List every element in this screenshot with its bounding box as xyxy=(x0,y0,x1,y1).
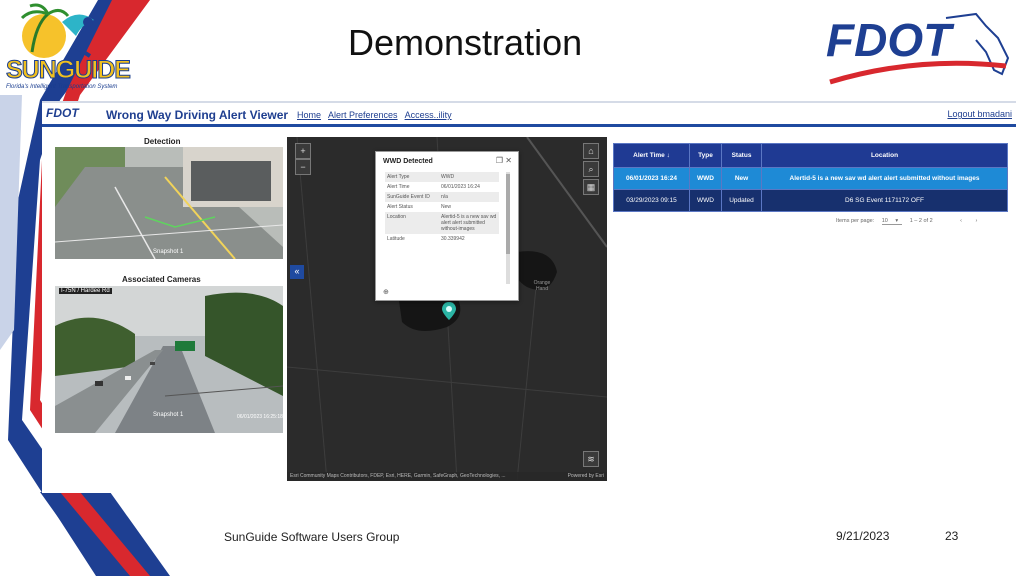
popup-row-label: Alert Type xyxy=(385,172,439,182)
popup-row: Latitude 30.339942 xyxy=(385,234,499,244)
popup-row: Alert Type WWD xyxy=(385,172,499,182)
home-icon[interactable]: ⌂ xyxy=(583,143,599,159)
zoom-in-button[interactable]: + xyxy=(295,143,311,159)
powered-by-esri[interactable]: Powered by Esri xyxy=(568,472,604,481)
paginator: Items per page: 10 ▾ 1 – 2 of 2 ‹ › xyxy=(836,218,983,225)
sunguide-tagline: Florida's Intelligent Transportation Sys… xyxy=(6,84,118,90)
nav-home-link[interactable]: Home xyxy=(297,110,321,120)
nav-alert-preferences-link[interactable]: Alert Preferences xyxy=(328,110,398,120)
popup-row-label: SunGuide Event ID xyxy=(385,192,439,202)
popup-row-label: Latitude xyxy=(387,236,405,242)
alerts-table-header: Alert Time ↓ Type Status Location xyxy=(613,143,1008,168)
search-icon[interactable]: ⌕ xyxy=(583,161,599,177)
popup-row-label: Alert Time xyxy=(387,184,410,190)
popup-row-value: Alertid-5 is a new sav wd alert alert su… xyxy=(439,212,499,234)
fdot-logo-text: FDOT xyxy=(826,14,955,66)
chevron-left-icon[interactable]: ‹ xyxy=(960,218,962,224)
map-lake-label: Orange Hand xyxy=(533,280,551,292)
app-screenshot: FDOT Wrong Way Driving Alert Viewer Home… xyxy=(42,101,1016,493)
footer-text: SunGuide Software Users Group xyxy=(224,530,400,544)
popup-row: Location Alertid-5 is a new sav wd alert … xyxy=(385,212,499,234)
cell-status: Updated xyxy=(721,189,762,212)
page-range-label: 1 – 2 of 2 xyxy=(909,218,933,224)
popup-row: SunGuide Event ID n/a xyxy=(385,192,499,202)
cell-type: WWD xyxy=(689,189,722,212)
popup-row: Alert Time 06/01/2023 16:24 xyxy=(385,182,499,192)
camera-snapshot[interactable]: I-75N / Hardee Rd Snapshot 1 06/01/2023 … xyxy=(55,286,283,433)
items-per-page-value: 10 xyxy=(881,218,888,224)
alert-marker-icon[interactable] xyxy=(442,302,456,320)
camera-snapshot-caption: Snapshot 1 xyxy=(153,412,184,418)
items-per-page-label: Items per page: xyxy=(836,218,875,224)
column-alert-time[interactable]: Alert Time ↓ xyxy=(613,143,690,168)
layers-icon[interactable]: ≋ xyxy=(583,451,599,467)
zoom-out-button[interactable]: − xyxy=(295,159,311,175)
detection-label: Detection xyxy=(144,137,181,146)
double-chevron-left-icon[interactable]: « xyxy=(290,265,304,279)
footer-date: 9/21/2023 xyxy=(836,529,890,543)
sunguide-logo-text: SUNGUIDE xyxy=(6,56,132,85)
fdot-logo: FDOT xyxy=(826,12,1010,85)
popup-attribute-table: Alert Type WWD Alert Time 06/01/2023 16:24… xyxy=(385,172,499,244)
app-header: FDOT Wrong Way Driving Alert Viewer Home… xyxy=(42,103,1016,127)
popup-row-label: Location xyxy=(385,212,439,234)
detection-image xyxy=(55,147,283,259)
wwd-detected-popup: WWD Detected ❐ ✕ Alert Type WWD Alert Tim… xyxy=(375,151,519,301)
popup-row: Alert Status New xyxy=(385,202,499,212)
dock-icon[interactable]: ❐ xyxy=(496,156,503,165)
detection-snapshot[interactable]: Snapshot 1 xyxy=(55,147,283,259)
popup-controls: ❐ ✕ xyxy=(496,156,512,165)
popup-row-value: 30.339942 xyxy=(441,236,465,242)
popup-row-label: Alert Status xyxy=(387,204,413,210)
nav-accessibility-link[interactable]: Access..ility xyxy=(405,110,452,120)
slide-title: Demonstration xyxy=(348,22,583,63)
camera-caption: I-75N / Hardee Rd xyxy=(59,288,112,294)
chevron-right-icon[interactable]: › xyxy=(976,218,978,224)
grid-icon[interactable]: ▦ xyxy=(583,179,599,195)
app-fdot-logo: FDOT xyxy=(46,106,79,120)
cell-alert-time: 06/01/2023 16:24 xyxy=(613,167,690,190)
zoom-to-icon[interactable]: ⊕ xyxy=(383,288,389,296)
page-number: 23 xyxy=(945,529,959,543)
close-icon[interactable]: ✕ xyxy=(505,156,512,165)
items-per-page-select[interactable]: 10 ▾ xyxy=(881,218,903,225)
logout-link[interactable]: Logout bmadani xyxy=(947,109,1012,119)
map-attribution-text: Esri Community Maps Contributors, FDEP, … xyxy=(290,473,506,479)
popup-title: WWD Detected xyxy=(383,158,433,165)
popup-row-value: New xyxy=(441,204,452,210)
slide: SUNGUIDE Florida's Intelligent Transport… xyxy=(0,0,1024,576)
column-status[interactable]: Status xyxy=(721,143,762,168)
cell-status: New xyxy=(721,167,762,190)
cell-alert-time: 03/29/2023 09:15 xyxy=(613,189,690,212)
camera-image xyxy=(55,286,283,433)
popup-row-value: n/a xyxy=(439,192,499,202)
popup-scrollbar-thumb[interactable] xyxy=(506,174,510,254)
table-row[interactable]: 03/29/2023 09:15 WWD Updated D6 SG Event… xyxy=(613,189,1008,212)
column-type[interactable]: Type xyxy=(689,143,722,168)
associated-cameras-label: Associated Cameras xyxy=(122,275,201,284)
app-title: Wrong Way Driving Alert Viewer xyxy=(106,108,289,122)
cell-location: D6 SG Event 1171172 OFF xyxy=(761,189,1008,212)
camera-timestamp: 06/01/2023 16:25:18 xyxy=(237,414,283,420)
popup-scrollbar[interactable] xyxy=(506,172,510,284)
alerts-table: Alert Time ↓ Type Status Location 06/01/… xyxy=(613,143,1008,212)
map-attribution: Esri Community Maps Contributors, FDEP, … xyxy=(287,472,607,481)
table-row[interactable]: 06/01/2023 16:24 WWD New Alertid-5 is a … xyxy=(613,167,1008,190)
detection-snapshot-caption: Snapshot 1 xyxy=(153,249,184,255)
app-nav: Home Alert Preferences Access..ility xyxy=(297,110,457,120)
popup-row-value: WWD xyxy=(439,172,499,182)
cell-location: Alertid-5 is a new sav wd alert alert su… xyxy=(761,167,1008,190)
column-location[interactable]: Location xyxy=(761,143,1008,168)
popup-row-value: 06/01/2023 16:24 xyxy=(441,184,480,190)
cell-type: WWD xyxy=(689,167,722,190)
